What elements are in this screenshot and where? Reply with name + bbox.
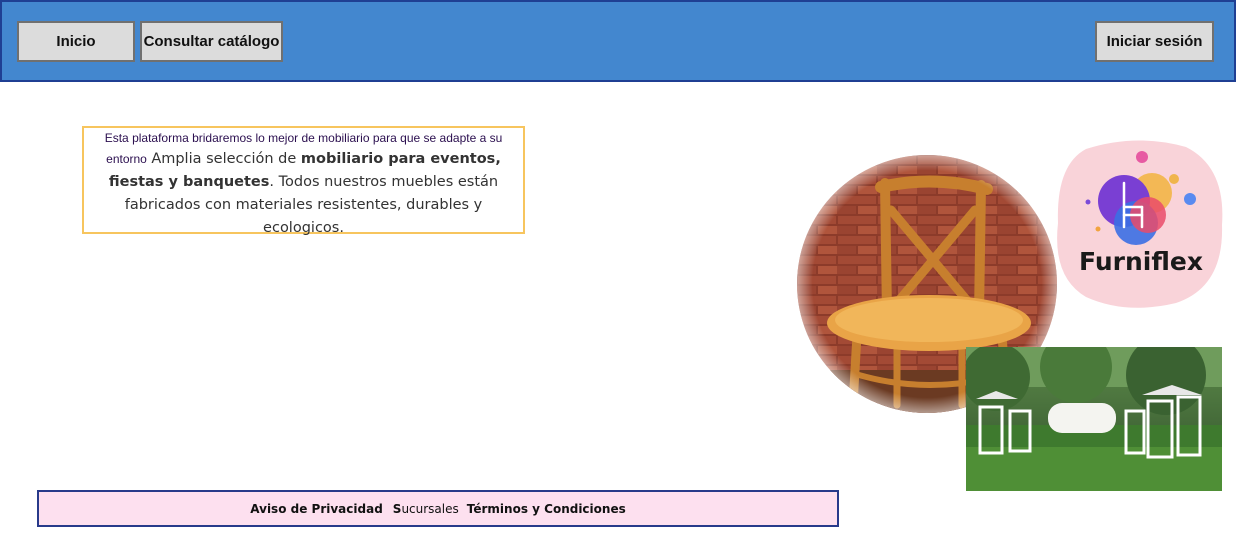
- branches-link[interactable]: Sucursales: [393, 502, 459, 516]
- logo-wordmark: Furniflex: [1079, 247, 1203, 276]
- login-button[interactable]: Iniciar sesión: [1095, 21, 1214, 62]
- privacy-link[interactable]: Aviso de Privacidad: [250, 502, 383, 516]
- branches-link-rest: ucursales: [401, 501, 459, 516]
- catalog-button[interactable]: Consultar catálogo: [140, 21, 283, 62]
- footer-bar: Aviso de Privacidad Sucursales Términos …: [37, 490, 839, 527]
- home-button[interactable]: Inicio: [17, 21, 135, 62]
- top-nav-bar: Inicio Consultar catálogo Iniciar sesión: [0, 0, 1236, 82]
- terms-link[interactable]: Términos y Condiciones: [467, 502, 626, 516]
- intro-text-1: Amplia selección de: [151, 151, 301, 167]
- event-garden-photo: [966, 347, 1222, 491]
- intro-box: Esta plataforma bridaremos lo mejor de m…: [82, 126, 525, 236]
- furniflex-logo: Furniflex: [1056, 137, 1224, 311]
